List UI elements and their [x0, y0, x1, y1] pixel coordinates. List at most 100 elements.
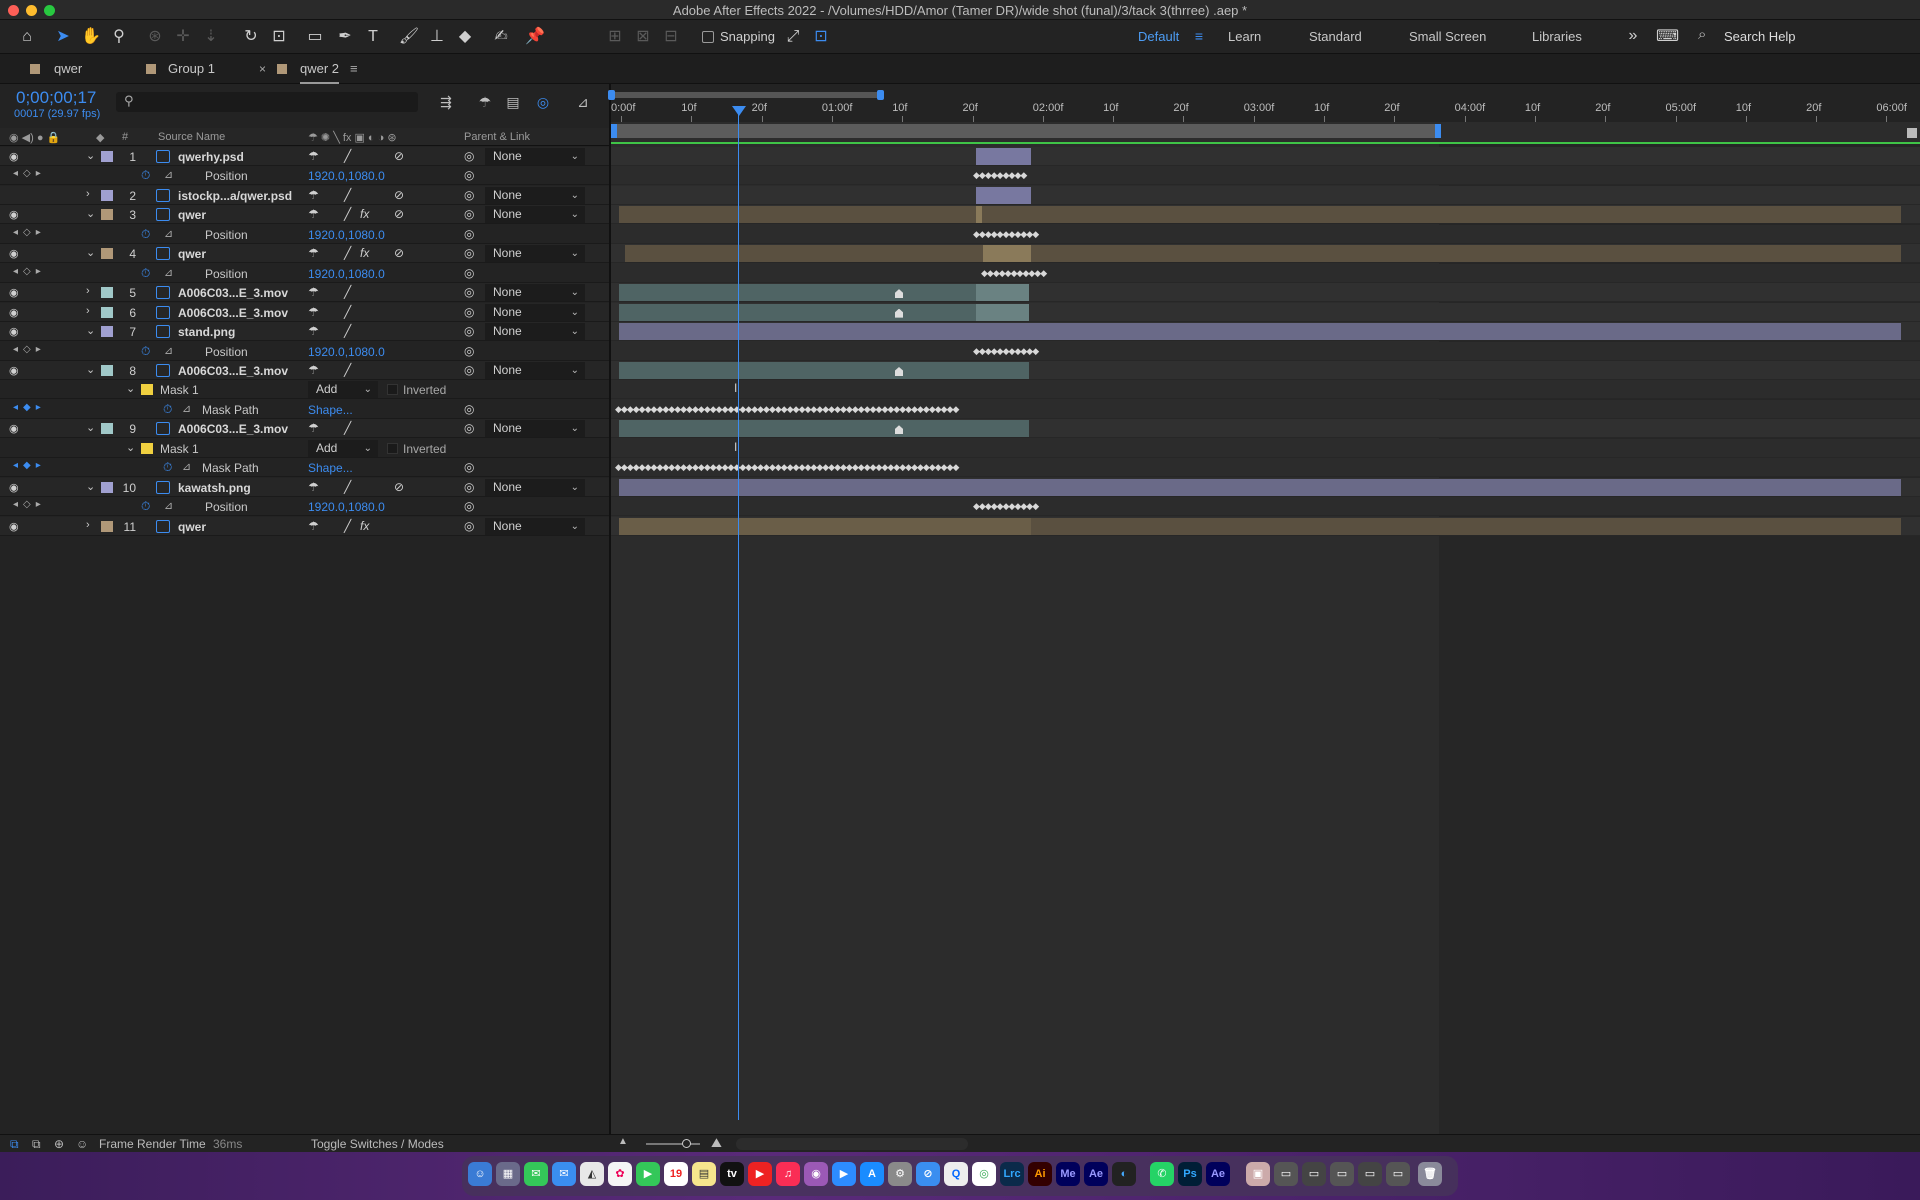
layer-row[interactable]: ◉ ⌄ 1 qwerhy.psd ☂ ╱ ⊘ ◎ None ⌄	[0, 147, 609, 166]
messages-icon[interactable]: ✉	[524, 1162, 548, 1186]
motion-blur-switch-icon[interactable]: ⊘	[394, 149, 404, 163]
av-features-icon[interactable]: ◉ ◀) ● 🔒	[9, 131, 60, 144]
shy-switch-icon[interactable]: ☂	[308, 207, 319, 221]
property-row[interactable]: ◂◇▸ ⏱ ⊿ Position 1920.0,1080.0 ◎	[0, 166, 609, 186]
quality-switch-icon[interactable]: ╱	[344, 305, 351, 319]
graph-icon[interactable]: ⊿	[182, 402, 191, 415]
work-area-bar[interactable]	[611, 124, 1441, 138]
current-time-indicator[interactable]	[732, 106, 746, 116]
motion-blur-switch-icon[interactable]: ⊘	[394, 246, 404, 260]
property-row[interactable]: ◂◆▸ ⏱ ⊿ Mask Path Shape... ◎	[0, 399, 609, 419]
layer-name[interactable]: A006C03...E_3.mov	[178, 306, 288, 320]
parent-dropdown[interactable]: None ⌄	[485, 478, 585, 496]
label-color-swatch[interactable]	[101, 209, 113, 221]
visibility-eye-icon[interactable]: ◉	[9, 520, 21, 533]
mail-icon[interactable]: ✉	[552, 1162, 576, 1186]
facetime-icon[interactable]: ▶	[636, 1162, 660, 1186]
layer-row[interactable]: ◉ ⌄ 4 qwer ☂ ╱ fx ⊘ ◎ None ⌄	[0, 244, 609, 264]
quality-switch-icon[interactable]: ╱	[344, 363, 351, 377]
property-row[interactable]: ◂◇▸ ⏱ ⊿ Position 1920.0,1080.0 ◎	[0, 497, 609, 517]
toggle-switches-modes[interactable]: Toggle Switches / Modes	[311, 1137, 444, 1151]
parent-dropdown[interactable]: None ⌄	[485, 323, 585, 341]
close-tab-icon[interactable]: ×	[259, 62, 266, 76]
label-color-swatch[interactable]	[101, 326, 113, 338]
property-row[interactable]: ◂◇▸ ⏱ ⊿ Position 1920.0,1080.0 ◎	[0, 224, 609, 244]
keyframe-navigator[interactable]: ◂◇▸	[13, 499, 46, 510]
align-icon[interactable]: ⊞	[604, 26, 626, 48]
shy-layers-icon[interactable]: ☂	[476, 93, 494, 111]
snapping-checkbox[interactable]	[702, 31, 714, 43]
safari-icon[interactable]: ⊘	[916, 1162, 940, 1186]
label-color-swatch[interactable]	[101, 364, 113, 376]
graph-icon[interactable]: ⊿	[164, 344, 173, 357]
layer-search-input[interactable]	[116, 92, 418, 112]
keyframes[interactable]: ◆◆◆◆◆◆◆◆◆◆◆	[981, 268, 1047, 279]
twirl-arrow-icon[interactable]: ›	[86, 285, 90, 297]
davinci-icon[interactable]: ◐	[1112, 1162, 1136, 1186]
twirl-arrow-icon[interactable]: ⌄	[86, 207, 95, 220]
dolly-camera-icon[interactable]: ⇣	[200, 26, 222, 48]
rectangle-tool-icon[interactable]: ▭	[304, 26, 326, 48]
tab-menu-icon[interactable]: ≡	[350, 61, 358, 76]
parent-dropdown[interactable]: None ⌄	[485, 206, 585, 224]
mask-mode-dropdown[interactable]: Add ⌄	[308, 439, 378, 457]
keyframes[interactable]: ◆◆◆◆◆◆◆◆◆◆◆◆◆◆◆◆◆◆◆◆◆◆◆◆◆◆◆◆◆◆◆◆◆◆◆◆◆◆◆◆…	[615, 404, 959, 415]
property-value[interactable]: Shape...	[308, 461, 353, 475]
parent-dropdown[interactable]: None ⌄	[485, 245, 585, 263]
workspace-standard[interactable]: Standard	[1309, 29, 1362, 44]
podcasts-icon[interactable]: ◉	[804, 1162, 828, 1186]
expression-pick-whip-icon[interactable]: ◎	[464, 227, 474, 241]
expression-pick-whip-icon[interactable]: ◎	[464, 402, 474, 416]
label-color-swatch[interactable]	[101, 423, 113, 435]
layer-switches-toggle-icon[interactable]: ⧉	[10, 1137, 19, 1152]
parent-dropdown[interactable]: None ⌄	[485, 420, 585, 438]
tab-qwer[interactable]: qwer	[54, 54, 82, 84]
quicktime-icon[interactable]: Q	[944, 1162, 968, 1186]
snap-target-icon[interactable]: ⊡	[810, 26, 832, 48]
render-time-toggle-icon[interactable]: ☺	[76, 1137, 88, 1151]
expression-pick-whip-icon[interactable]: ◎	[464, 168, 474, 182]
comp-mini-flowchart-icon[interactable]: ⇶	[437, 93, 455, 111]
layer-name[interactable]: A006C03...E_3.mov	[178, 422, 288, 436]
twirl-arrow-icon[interactable]: ⌄	[126, 382, 135, 395]
label-color-swatch[interactable]	[101, 189, 113, 201]
brush-tool-icon[interactable]: 🖌	[398, 26, 420, 48]
workspace-small-screen[interactable]: Small Screen	[1409, 29, 1486, 44]
effects-switch-icon[interactable]: fx	[360, 207, 369, 221]
motion-blur-switch-icon[interactable]: ⊘	[394, 207, 404, 221]
zoom-in-icon[interactable]: ⛰	[711, 1135, 722, 1151]
mask-mode-dropdown[interactable]: Add ⌄	[308, 381, 378, 399]
label-color-swatch[interactable]	[101, 481, 113, 493]
effects-switch-icon[interactable]: fx	[360, 519, 369, 533]
shy-switch-icon[interactable]: ☂	[308, 421, 319, 435]
keyframe-navigator[interactable]: ◂◆▸	[13, 402, 46, 413]
minimized-window-icon[interactable]: ▭	[1330, 1162, 1354, 1186]
zoom-tool-icon[interactable]: ⚲	[108, 26, 130, 48]
graph-icon[interactable]: ⊿	[182, 460, 191, 473]
app-store-icon[interactable]: A	[860, 1162, 884, 1186]
expression-pick-whip-icon[interactable]: ◎	[464, 344, 474, 358]
pan-behind-tool-icon[interactable]: ⊡	[268, 26, 290, 48]
layer-name[interactable]: kawatsh.png	[178, 481, 251, 495]
layer-name[interactable]: A006C03...E_3.mov	[178, 364, 288, 378]
source-name-column[interactable]: Source Name	[158, 131, 225, 143]
workspace-menu-icon[interactable]: ≡	[1188, 25, 1210, 47]
parent-dropdown[interactable]: None ⌄	[485, 303, 585, 321]
quality-switch-icon[interactable]: ╱	[344, 421, 351, 435]
layer-duration-bar[interactable]	[619, 361, 1029, 379]
shy-switch-icon[interactable]: ☂	[308, 246, 319, 260]
stopwatch-icon[interactable]: ⏱	[141, 266, 150, 281]
graph-icon[interactable]: ⊿	[164, 499, 173, 512]
tab-qwer-2[interactable]: qwer 2	[300, 54, 340, 84]
layer-name[interactable]: istockp...a/qwer.psd	[178, 189, 292, 203]
pan-camera-icon[interactable]: ✛	[172, 26, 194, 48]
workspace-learn[interactable]: Learn	[1228, 29, 1261, 44]
shy-switch-icon[interactable]: ☂	[308, 480, 319, 494]
property-value[interactable]: 1920.0,1080.0	[308, 345, 385, 359]
label-color-swatch[interactable]	[101, 248, 113, 260]
expression-pick-whip-icon[interactable]: ◎	[464, 499, 474, 513]
property-value[interactable]: 1920.0,1080.0	[308, 228, 385, 242]
zoom-icon[interactable]: ▶	[832, 1162, 856, 1186]
parent-pick-whip-icon[interactable]: ◎	[464, 480, 474, 494]
stopwatch-icon[interactable]: ⏱	[141, 499, 150, 514]
